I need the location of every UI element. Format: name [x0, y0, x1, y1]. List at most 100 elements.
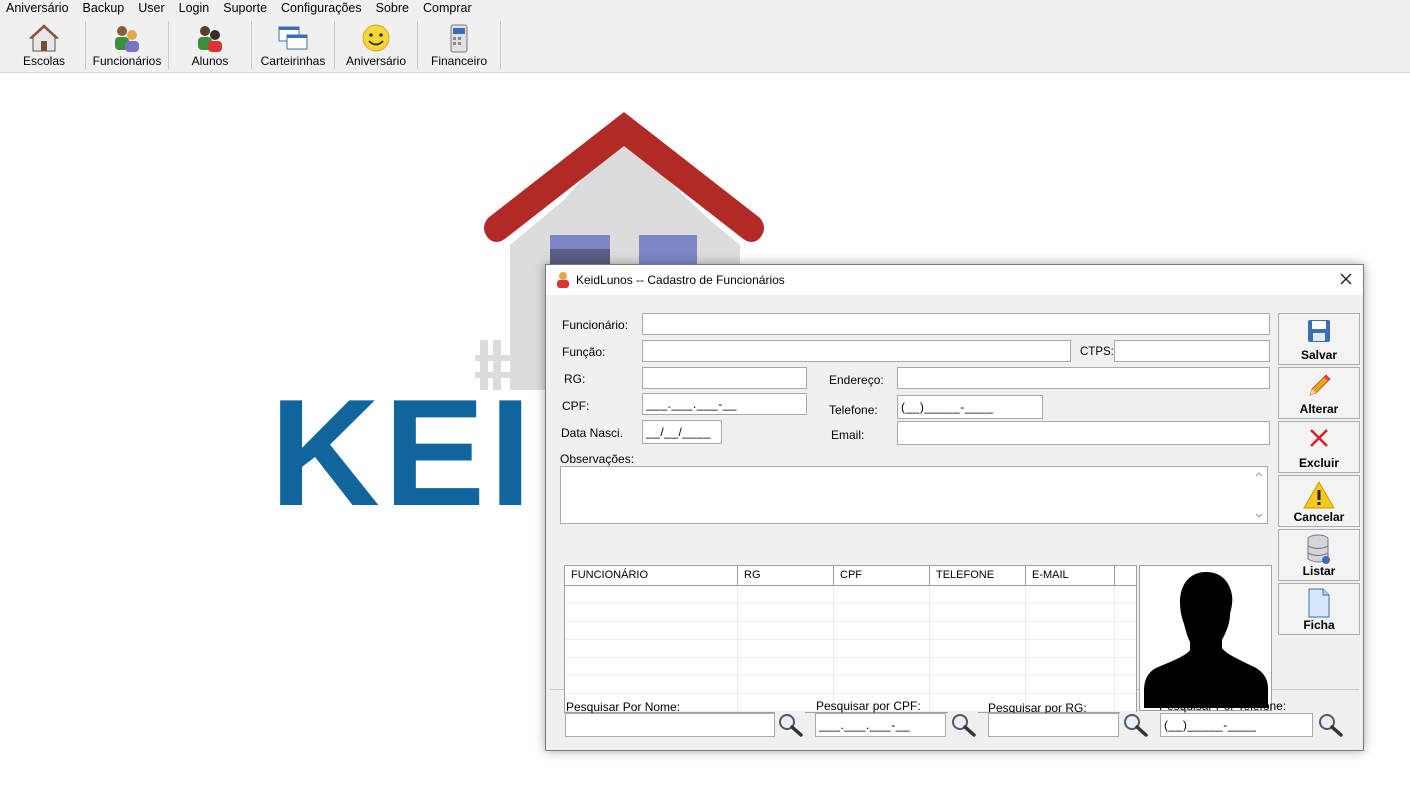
magnifier-icon	[1124, 714, 1148, 737]
search-nome-button[interactable]	[775, 712, 805, 737]
menu-sobre[interactable]: Sobre	[370, 0, 417, 17]
excluir-button[interactable]: Excluir	[1278, 421, 1360, 473]
search-rg-button[interactable]	[1120, 712, 1150, 737]
magnifier-icon	[779, 714, 803, 737]
menu-login[interactable]: Login	[173, 0, 218, 17]
column-header[interactable]: CPF	[834, 566, 930, 585]
empty-grid-row	[565, 640, 1136, 658]
smiley-icon	[362, 24, 390, 52]
toolbar: Escolas Funcionários Alunos Carteirinhas	[0, 17, 1410, 73]
email-label: Email:	[831, 428, 865, 442]
search-cpf-label: Pesquisar por CPF:	[816, 699, 921, 713]
data-nasci-input[interactable]	[642, 420, 722, 444]
document-icon	[1308, 588, 1330, 618]
observacoes-textarea[interactable]	[560, 466, 1268, 524]
funcionarios-button[interactable]: Funcionários	[86, 19, 168, 71]
magnifier-icon	[952, 714, 976, 737]
column-header[interactable]: FUNCIONÁRIO	[565, 566, 738, 585]
database-icon	[1307, 534, 1330, 564]
ctps-label: CTPS:	[1080, 346, 1114, 358]
column-header-filler	[1115, 566, 1136, 585]
ficha-label: Ficha	[1303, 618, 1335, 632]
telefone-label: Telefone:	[829, 403, 878, 417]
rg-input[interactable]	[642, 367, 807, 389]
employees-icon	[115, 26, 139, 52]
toolbar-separator	[500, 21, 501, 69]
alterar-button[interactable]: Alterar	[1278, 367, 1360, 419]
search-telefone-button[interactable]	[1315, 712, 1345, 737]
escolas-label: Escolas	[22, 54, 66, 68]
alunos-button[interactable]: Alunos	[169, 19, 251, 71]
empty-grid-row	[565, 658, 1136, 676]
form-area: Funcionário: Função: CTPS: RG: Endereço:…	[550, 295, 1360, 713]
cpf-input[interactable]	[642, 393, 807, 415]
ficha-button[interactable]: Ficha	[1278, 583, 1360, 635]
menu-bar: Aniversário Backup User Login Suporte Co…	[0, 0, 1410, 17]
delete-x-icon	[1310, 429, 1328, 447]
empty-grid-row	[565, 586, 1136, 604]
cancelar-button[interactable]: Cancelar	[1278, 475, 1360, 527]
rg-label: RG:	[564, 372, 586, 386]
empty-grid-row	[565, 604, 1136, 622]
menu-aniversario[interactable]: Aniversário	[0, 0, 77, 17]
telefone-input[interactable]	[897, 395, 1043, 419]
search-telefone-label: Pesquisar Por Telefone:	[1159, 699, 1287, 713]
scroll-up-icon[interactable]	[1255, 471, 1263, 477]
search-nome-input[interactable]	[565, 713, 775, 737]
search-area: Pesquisar Por Nome: Pesquisar por CPF: P…	[546, 690, 1363, 750]
pencil-icon	[1309, 374, 1331, 396]
carteirinhas-label: Carteirinhas	[260, 54, 326, 68]
email-input[interactable]	[897, 421, 1270, 445]
funcao-label: Função:	[562, 345, 606, 359]
endereco-label: Endereço:	[829, 373, 884, 387]
menu-comprar[interactable]: Comprar	[417, 0, 480, 17]
cards-icon	[278, 26, 308, 50]
menu-configuracoes[interactable]: Configurações	[275, 0, 370, 17]
save-icon	[1308, 320, 1330, 342]
salvar-label: Salvar	[1300, 348, 1338, 362]
financeiro-button[interactable]: Financeiro	[418, 19, 500, 71]
funcao-input[interactable]	[642, 340, 1071, 362]
cadastro-funcionarios-dialog: KeidLunos -- Cadastro de Funcionários Fu…	[545, 264, 1364, 751]
dialog-title: KeidLunos -- Cadastro de Funcionários	[576, 273, 785, 287]
dialog-titlebar[interactable]: KeidLunos -- Cadastro de Funcionários	[546, 265, 1363, 295]
grid-header: FUNCIONÁRIO RG CPF TELEFONE E-MAIL	[565, 566, 1136, 586]
listar-button[interactable]: Listar	[1278, 529, 1360, 581]
endereco-input[interactable]	[897, 367, 1270, 389]
column-header[interactable]: TELEFONE	[930, 566, 1026, 585]
alunos-label: Alunos	[191, 54, 229, 68]
students-icon	[198, 26, 222, 52]
close-icon[interactable]	[1337, 270, 1355, 288]
scroll-down-icon[interactable]	[1255, 513, 1263, 519]
ctps-input[interactable]	[1114, 340, 1270, 362]
alterar-label: Alterar	[1299, 402, 1339, 416]
menu-suporte[interactable]: Suporte	[217, 0, 275, 17]
cpf-label: CPF:	[562, 399, 590, 413]
aniversario-label: Aniversário	[345, 54, 407, 68]
magnifier-icon	[1319, 714, 1343, 737]
payment-terminal-icon	[450, 24, 468, 53]
carteirinhas-button[interactable]: Carteirinhas	[252, 19, 334, 71]
column-header[interactable]: RG	[738, 566, 834, 585]
search-telefone-input[interactable]	[1160, 713, 1313, 737]
observacoes-label: Observações:	[560, 452, 635, 466]
search-cpf-button[interactable]	[948, 712, 978, 737]
column-header[interactable]: E-MAIL	[1026, 566, 1115, 585]
search-cpf-input[interactable]	[815, 713, 946, 737]
warning-icon	[1303, 481, 1335, 509]
salvar-button[interactable]: Salvar	[1278, 313, 1360, 365]
escolas-button[interactable]: Escolas	[3, 19, 85, 71]
search-nome-label: Pesquisar Por Nome:	[566, 700, 681, 714]
excluir-label: Excluir	[1298, 456, 1340, 470]
funcionario-label: Funcionário:	[562, 318, 629, 332]
empty-grid-row	[565, 622, 1136, 640]
menu-backup[interactable]: Backup	[77, 0, 133, 17]
funcionario-input[interactable]	[642, 313, 1270, 335]
menu-user[interactable]: User	[132, 0, 172, 17]
employee-icon	[557, 272, 569, 288]
search-rg-input[interactable]	[988, 713, 1119, 737]
listar-label: Listar	[1302, 564, 1336, 578]
cancelar-label: Cancelar	[1293, 510, 1345, 524]
aniversario-button[interactable]: Aniversário	[335, 19, 417, 71]
house-icon	[28, 24, 60, 52]
